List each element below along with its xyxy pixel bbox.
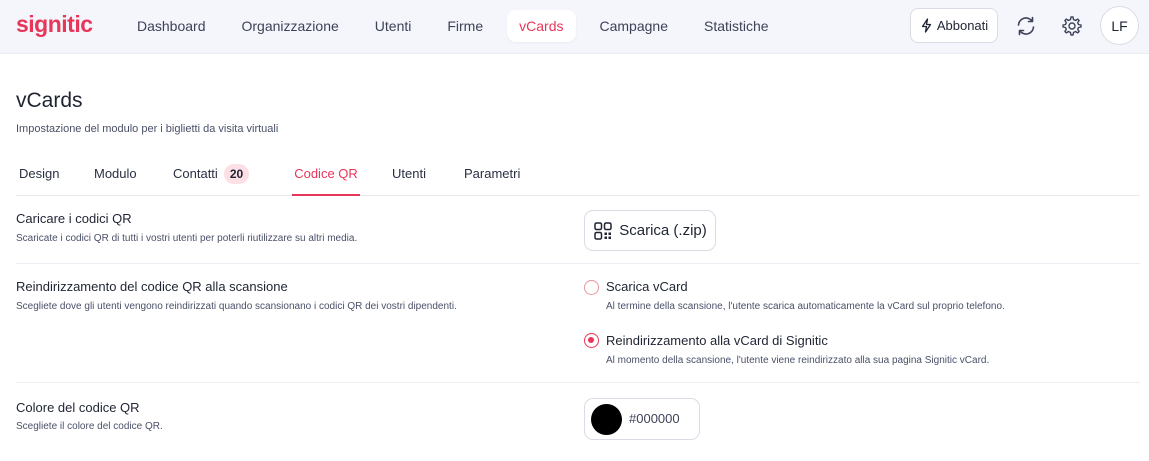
section-divider — [16, 382, 1140, 383]
radio-redirect-signitic-vcard-label[interactable]: Reindirizzamento alla vCard di Signitic — [606, 333, 828, 348]
subscribe-button[interactable]: Abbonati — [910, 8, 998, 43]
redirect-section-title: Reindirizzamento del codice QR alla scan… — [16, 279, 288, 294]
lightning-icon — [921, 18, 931, 33]
nav-item-firme[interactable]: Firme — [435, 10, 495, 42]
page-title: vCards — [16, 89, 83, 112]
main-nav: Dashboard Organizzazione Utenti Firme vC… — [125, 9, 793, 43]
contacts-count-badge: 20 — [223, 164, 250, 184]
radio-download-vcard-label[interactable]: Scarica vCard — [606, 279, 688, 294]
tab-utenti[interactable]: Utenti — [392, 157, 426, 196]
tab-contatti[interactable]: Contatti 20 — [173, 157, 250, 196]
download-zip-label: Scarica (.zip) — [619, 222, 707, 239]
sync-button[interactable] — [1010, 10, 1042, 42]
top-navigation-bar: signitic Dashboard Organizzazione Utenti… — [0, 0, 1149, 54]
tab-codice-qr[interactable]: Codice QR — [292, 157, 360, 196]
download-zip-button[interactable]: Scarica (.zip) — [584, 210, 716, 251]
section-divider — [16, 263, 1140, 264]
subscribe-label: Abbonati — [936, 18, 989, 33]
radio-download-vcard[interactable] — [584, 280, 599, 295]
color-section-title: Colore del codice QR — [16, 400, 140, 415]
signitic-logo[interactable]: signitic — [16, 11, 93, 38]
download-section-description: Scaricate i codici QR di tutti i vostri … — [16, 233, 358, 244]
nav-item-organizzazione[interactable]: Organizzazione — [230, 10, 351, 42]
qr-code-icon — [594, 221, 612, 240]
nav-item-vcards[interactable]: vCards — [507, 10, 576, 42]
tab-modulo[interactable]: Modulo — [94, 157, 137, 196]
tab-parametri[interactable]: Parametri — [464, 157, 520, 196]
download-section-title: Caricare i codici QR — [16, 211, 132, 226]
radio-redirect-signitic-vcard-description: Al momento della scansione, l'utente vie… — [606, 355, 990, 366]
settings-button[interactable] — [1056, 10, 1088, 42]
nav-item-statistiche[interactable]: Statistiche — [692, 10, 781, 42]
color-hex-value: #000000 — [629, 411, 680, 426]
radio-download-vcard-description: Al termine della scansione, l'utente sca… — [606, 301, 1005, 312]
page-subtitle: Impostazione del modulo per i biglietti … — [16, 123, 279, 135]
user-avatar[interactable]: LF — [1100, 6, 1139, 45]
redirect-section-description: Scegliete dove gli utenti vengono reindi… — [16, 301, 457, 312]
nav-item-dashboard[interactable]: Dashboard — [125, 10, 218, 42]
qr-color-picker[interactable]: #000000 — [584, 398, 700, 440]
gear-icon — [1062, 16, 1082, 36]
tab-design[interactable]: Design — [19, 157, 59, 196]
radio-redirect-signitic-vcard[interactable] — [584, 333, 599, 348]
nav-item-utenti[interactable]: Utenti — [363, 10, 424, 42]
tab-contatti-label: Contatti — [173, 166, 218, 181]
nav-item-campagne[interactable]: Campagne — [588, 10, 681, 42]
color-swatch[interactable] — [591, 404, 622, 435]
color-section-description: Scegliete il colore del codice QR. — [16, 421, 163, 432]
vcards-tabs: Design Modulo Contatti 20 Codice QR Utent… — [16, 157, 1140, 196]
sync-icon — [1017, 16, 1035, 36]
